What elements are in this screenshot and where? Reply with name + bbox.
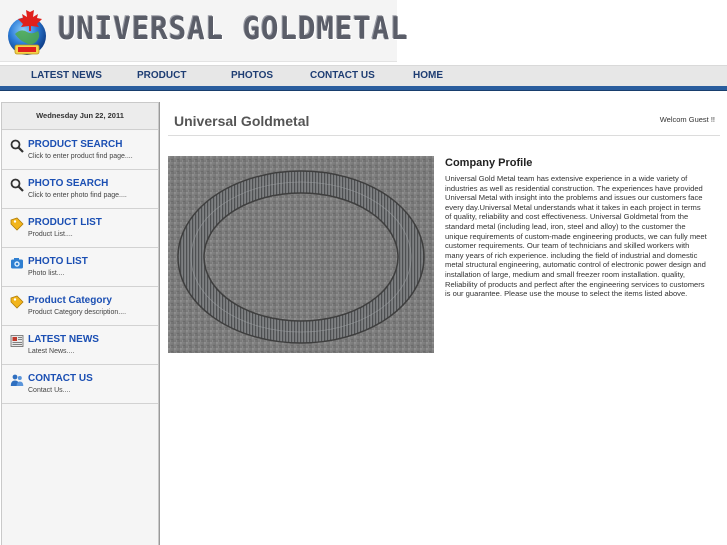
nav-photos[interactable]: PHOTOS (231, 70, 273, 81)
camera-icon (11, 258, 23, 269)
profile-body: Universal Gold Metal team has extensive … (445, 174, 707, 299)
tag-icon (10, 217, 24, 231)
sidebar-item-title[interactable]: LATEST NEWS (28, 334, 99, 345)
sidebar-item-latest-news[interactable]: LATEST NEWS Latest News.... (2, 326, 158, 365)
sidebar-item-subtitle: Contact Us.... (28, 387, 71, 394)
sidebar-item-title[interactable]: PRODUCT LIST (28, 217, 102, 228)
sidebar-item-product-list[interactable]: PRODUCT LIST Product List.... (2, 209, 158, 248)
people-icon (10, 374, 24, 386)
sidebar-item-product-search[interactable]: PRODUCT SEARCH Click to enter product fi… (2, 131, 158, 170)
nav-contact-us[interactable]: CONTACT US (310, 70, 375, 81)
welcome-message: Welcom Guest !! (659, 115, 715, 124)
sidebar-item-subtitle: Product List.... (28, 231, 73, 238)
sidebar-item-photo-search[interactable]: PHOTO SEARCH Click to enter photo find p… (2, 170, 158, 209)
sidebar-item-title[interactable]: PHOTO SEARCH (28, 178, 108, 189)
page-title: Universal Goldmetal (174, 113, 310, 129)
sidebar-item-contact-us[interactable]: CONTACT US Contact Us.... (2, 365, 158, 404)
sidebar-item-title[interactable]: Product Category (28, 295, 112, 306)
maple-leaf-globe-icon[interactable] (2, 4, 52, 58)
current-date: Wednesday Jun 22, 2011 (2, 103, 158, 130)
sidebar-item-title[interactable]: CONTACT US (28, 373, 93, 384)
nav-accent-bar (0, 86, 727, 91)
page: UNIVERSAL GOLDMETAL LATEST NEWS PRODUCT … (0, 0, 727, 545)
nav-product[interactable]: PRODUCT (137, 70, 186, 81)
sidebar-item-subtitle: Photo list.... (28, 270, 65, 277)
profile-heading: Company Profile (445, 157, 533, 169)
product-photo[interactable] (168, 156, 434, 353)
top-nav: LATEST NEWS PRODUCT PHOTOS CONTACT US HO… (0, 65, 727, 86)
sidebar: Wednesday Jun 22, 2011 PRODUCT SEARCH Cl… (1, 102, 159, 545)
sidebar-item-subtitle: Product Category description.... (28, 309, 127, 316)
magnifier-icon (10, 139, 24, 153)
sidebar-item-product-category[interactable]: Product Category Product Category descri… (2, 287, 158, 326)
brand-title: UNIVERSAL GOLDMETAL (58, 10, 409, 47)
nav-latest-news[interactable]: LATEST NEWS (31, 70, 102, 81)
newspaper-icon (10, 335, 24, 347)
sidebar-item-subtitle: Click to enter product find page.... (28, 153, 133, 160)
sidebar-item-title[interactable]: PHOTO LIST (28, 256, 88, 267)
sidebar-item-photo-list[interactable]: PHOTO LIST Photo list.... (2, 248, 158, 287)
tag-icon (10, 295, 24, 309)
main-content: Universal Goldmetal Welcom Guest !! Comp… (159, 102, 727, 545)
divider (168, 135, 720, 136)
sidebar-item-title[interactable]: PRODUCT SEARCH (28, 139, 122, 150)
sidebar-item-subtitle: Click to enter photo find page.... (28, 192, 127, 199)
nav-home[interactable]: HOME (413, 70, 443, 81)
site-header: UNIVERSAL GOLDMETAL (0, 0, 408, 62)
sidebar-item-subtitle: Latest News.... (28, 348, 75, 355)
magnifier-icon (10, 178, 24, 192)
